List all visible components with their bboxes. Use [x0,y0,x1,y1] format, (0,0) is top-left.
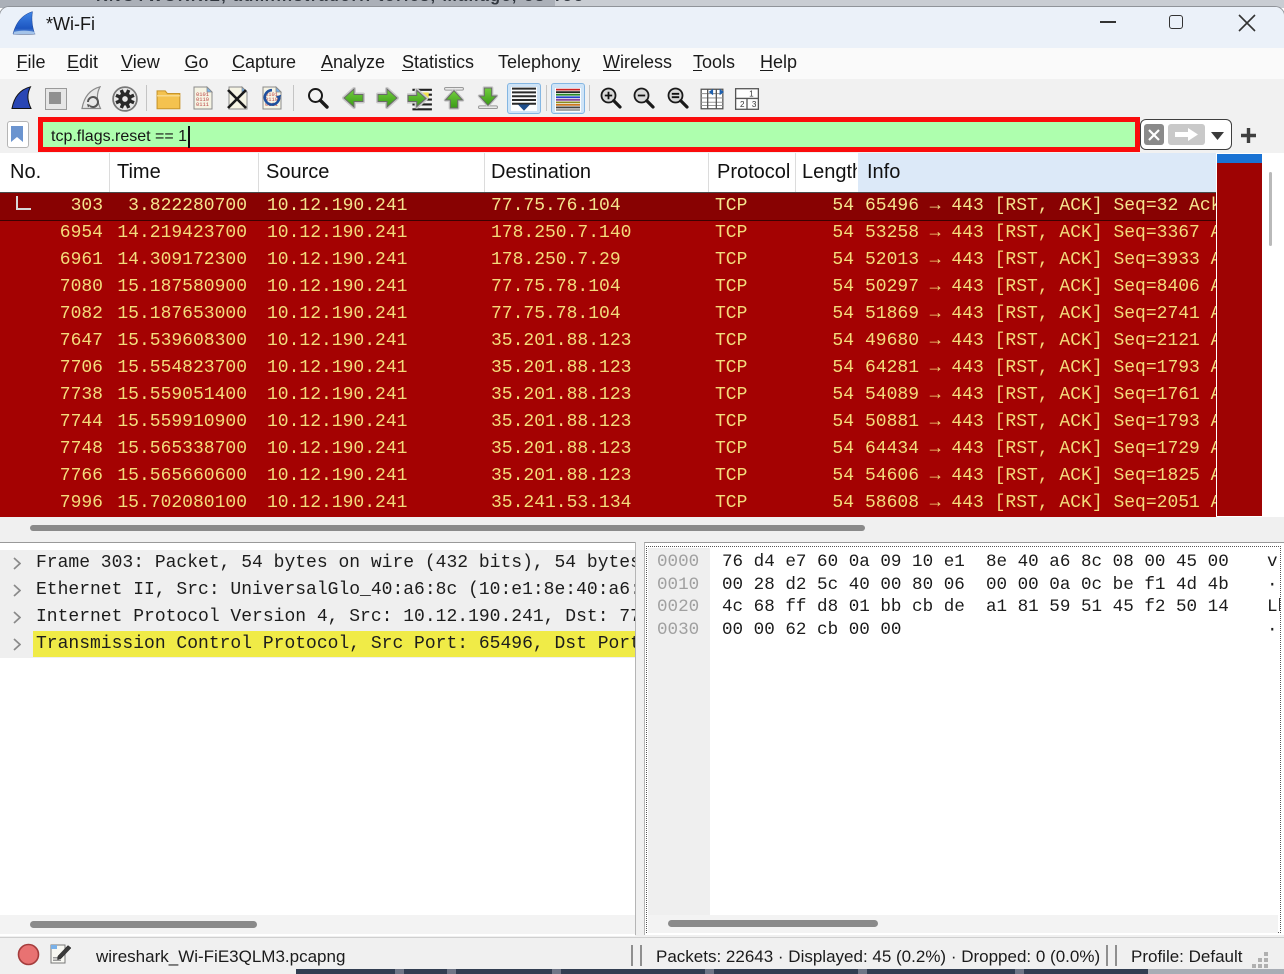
svg-text:0111: 0111 [196,102,209,108]
svg-text:1: 1 [749,89,754,98]
svg-text:2: 2 [740,100,745,109]
svg-text:3: 3 [752,100,757,109]
